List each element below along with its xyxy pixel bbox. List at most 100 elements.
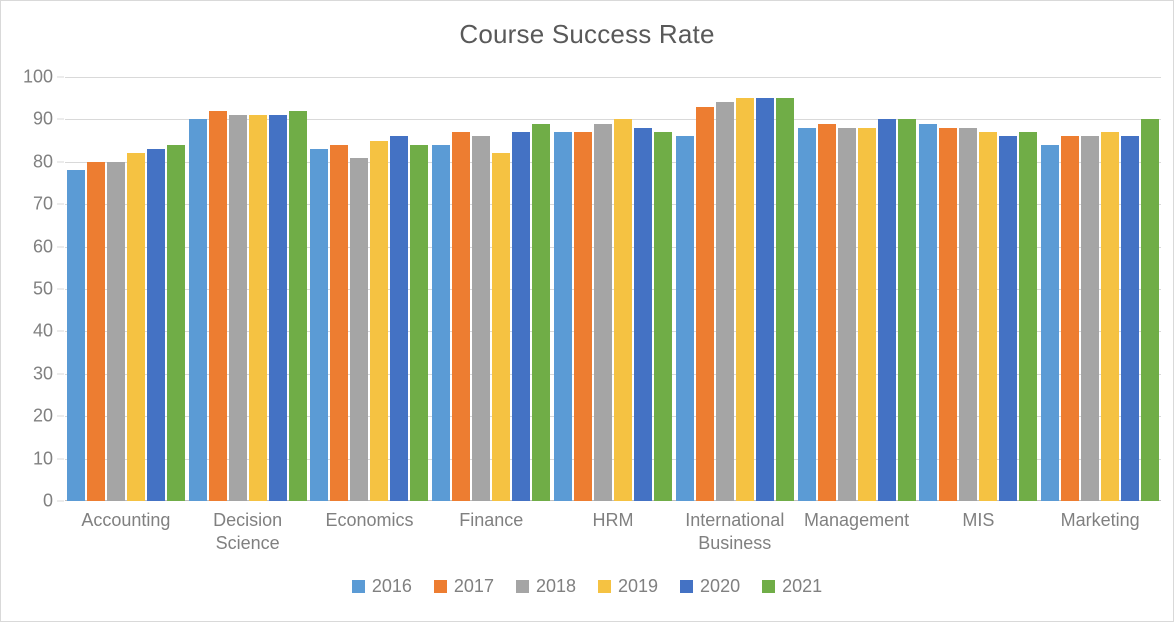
bar[interactable] — [66, 170, 85, 501]
bar[interactable] — [1061, 136, 1080, 501]
legend-label: 2021 — [782, 576, 823, 596]
bar[interactable] — [146, 149, 165, 501]
bar[interactable] — [837, 127, 856, 501]
bar[interactable] — [877, 119, 896, 501]
legend-swatch-icon — [351, 580, 365, 593]
bar[interactable] — [775, 98, 794, 501]
legend-label: 2017 — [453, 576, 494, 596]
legend-swatch-icon — [762, 580, 776, 593]
bar[interactable] — [715, 102, 734, 501]
legend-item[interactable]: 2020 — [680, 576, 740, 597]
x-axis-tick-label: Finance — [459, 510, 524, 530]
legend-item[interactable]: 2016 — [351, 576, 412, 597]
legend-item[interactable]: 2021 — [762, 576, 822, 597]
x-axis-tick-label: Marketing — [1060, 510, 1140, 530]
bar[interactable] — [979, 132, 998, 501]
legend-swatch-icon — [680, 580, 694, 593]
bar-group — [917, 77, 1039, 501]
x-axis-tick-label: International Business — [685, 510, 785, 554]
bar-group — [187, 77, 309, 501]
legend-swatch-icon — [515, 580, 529, 593]
y-axis-tick-label: 20 — [32, 405, 53, 426]
bar-group — [796, 77, 918, 501]
x-axis-tick-label: HRM — [592, 510, 634, 530]
bar[interactable] — [695, 106, 714, 501]
bar[interactable] — [1121, 136, 1140, 501]
bar[interactable] — [248, 115, 267, 501]
bar[interactable] — [939, 127, 958, 501]
bar[interactable] — [574, 132, 593, 501]
bar[interactable] — [817, 123, 836, 501]
bar[interactable] — [472, 136, 491, 501]
y-axis-tick-mark — [57, 203, 64, 205]
bar[interactable] — [208, 110, 227, 501]
bar[interactable] — [86, 161, 105, 501]
x-axis-tick-label: Management — [804, 510, 910, 530]
x-axis-tick-label: Economics — [325, 510, 414, 530]
bar[interactable] — [897, 119, 916, 501]
bar[interactable] — [797, 127, 816, 501]
bar[interactable] — [410, 144, 429, 501]
bar[interactable] — [755, 98, 774, 501]
bar[interactable] — [310, 149, 329, 501]
bar[interactable] — [594, 123, 613, 501]
bar[interactable] — [350, 157, 369, 501]
bar[interactable] — [370, 140, 389, 501]
y-axis-tick-label: 0 — [42, 490, 53, 511]
bar[interactable] — [1101, 132, 1120, 501]
bar[interactable] — [492, 153, 511, 501]
bar[interactable] — [1081, 136, 1100, 501]
legend-label: 2020 — [700, 576, 741, 596]
y-axis-tick-mark — [57, 500, 64, 502]
bar[interactable] — [857, 127, 876, 501]
bar[interactable] — [126, 153, 145, 501]
bar[interactable] — [390, 136, 409, 501]
y-axis-tick-mark — [57, 118, 64, 120]
legend-item[interactable]: 2017 — [433, 576, 494, 597]
bar[interactable] — [512, 132, 531, 501]
y-axis-tick-mark — [57, 288, 64, 290]
bar[interactable] — [999, 136, 1018, 501]
legend-swatch-icon — [433, 580, 447, 593]
chart-legend: 2016 2017 2018 2019 2020 2021 — [1, 576, 1173, 597]
bar[interactable] — [268, 115, 287, 501]
bar[interactable] — [1019, 132, 1038, 501]
x-axis-tick-label: MIS — [962, 510, 995, 530]
y-axis-tick-label: 40 — [32, 320, 53, 341]
y-axis-tick-mark — [57, 161, 64, 163]
bar[interactable] — [106, 161, 125, 501]
bar[interactable] — [735, 98, 754, 501]
bar[interactable] — [432, 144, 451, 501]
bar[interactable] — [532, 123, 551, 501]
y-axis-tick-mark — [57, 330, 64, 332]
legend-swatch-icon — [598, 580, 611, 593]
legend-label: 2018 — [535, 576, 576, 596]
y-axis-tick-mark — [57, 373, 64, 375]
bar[interactable] — [228, 115, 247, 501]
bar[interactable] — [634, 127, 653, 501]
bar-group — [430, 77, 552, 501]
x-axis-tick-label: Accounting — [81, 510, 171, 530]
bar[interactable] — [288, 110, 307, 501]
y-axis-tick-mark — [57, 415, 64, 417]
bar[interactable] — [675, 136, 694, 501]
bar[interactable] — [452, 132, 471, 501]
bar[interactable] — [1141, 119, 1160, 501]
bar[interactable] — [1041, 144, 1060, 501]
bar[interactable] — [554, 132, 573, 501]
bar[interactable] — [654, 132, 673, 501]
bar[interactable] — [166, 144, 185, 501]
bar[interactable] — [614, 119, 633, 501]
y-axis-tick-label: 70 — [32, 193, 53, 214]
bar[interactable] — [919, 123, 938, 501]
bar[interactable] — [188, 119, 207, 501]
x-axis-tick-label: Decision Science — [213, 510, 283, 554]
legend-item[interactable]: 2018 — [515, 576, 576, 597]
bar-group — [65, 77, 187, 501]
y-axis-tick-label: 60 — [32, 236, 53, 257]
y-axis-tick-mark — [57, 246, 64, 248]
bar[interactable] — [330, 144, 349, 501]
legend-label: 2019 — [618, 576, 659, 596]
bar[interactable] — [959, 127, 978, 501]
legend-item[interactable]: 2019 — [598, 576, 658, 597]
